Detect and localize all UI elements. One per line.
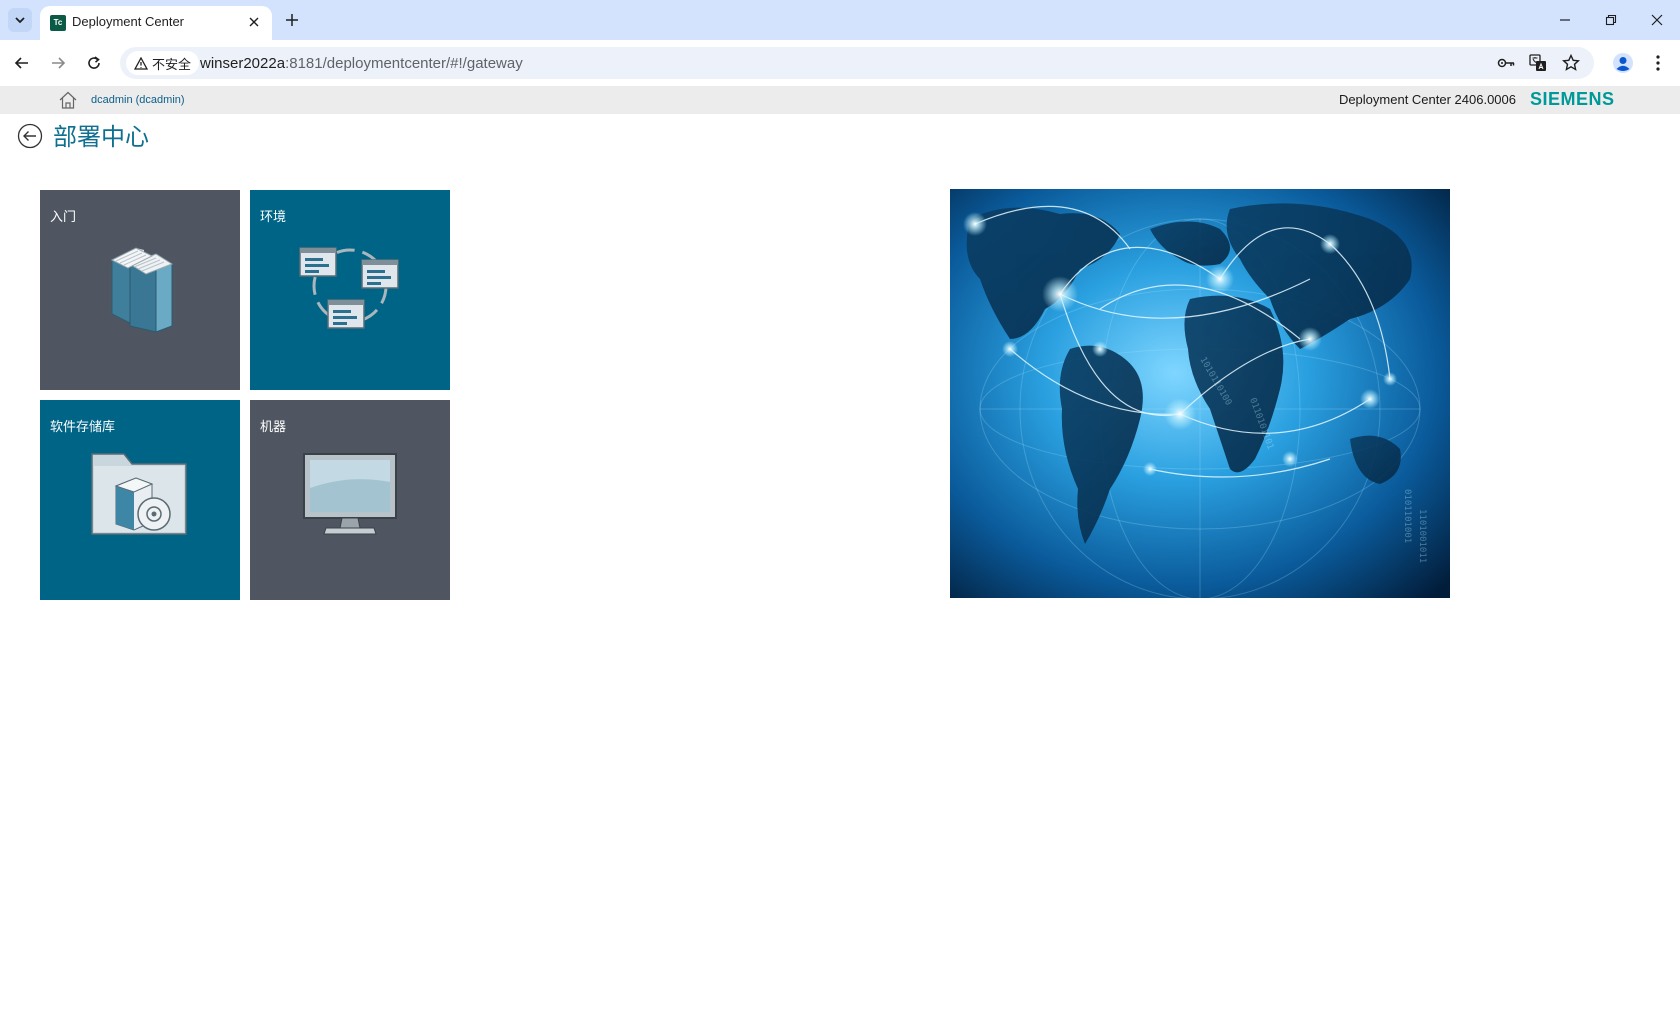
browser-toolbar: 不安全 winser2022a:8181/deploymentcenter/#!… bbox=[0, 40, 1680, 87]
tile-machines[interactable]: 机器 bbox=[250, 400, 450, 600]
home-icon[interactable] bbox=[58, 90, 78, 110]
avatar-icon bbox=[1613, 53, 1633, 73]
reload-button[interactable] bbox=[82, 51, 106, 75]
tab-search-button[interactable] bbox=[8, 8, 32, 32]
environment-windows-icon bbox=[299, 247, 399, 329]
browser-tab[interactable]: Tc Deployment Center bbox=[40, 6, 272, 40]
forward-button[interactable] bbox=[46, 51, 70, 75]
tab-title: Deployment Center bbox=[72, 14, 184, 29]
profile-button[interactable] bbox=[1610, 50, 1636, 76]
plus-icon bbox=[286, 14, 298, 26]
close-icon bbox=[249, 17, 259, 27]
folder-disc-icon bbox=[91, 453, 187, 535]
minimize-button[interactable] bbox=[1550, 8, 1580, 32]
close-window-button[interactable] bbox=[1642, 8, 1672, 32]
kebab-menu-icon bbox=[1656, 55, 1660, 71]
tile-label: 环境 bbox=[260, 209, 287, 224]
minimize-icon bbox=[1560, 19, 1570, 21]
restore-icon bbox=[1605, 14, 1617, 26]
translate-button[interactable] bbox=[1527, 52, 1549, 74]
password-key-button[interactable] bbox=[1495, 52, 1517, 74]
tile-getting-started[interactable]: 入门 bbox=[40, 190, 240, 390]
tile-software-repository[interactable]: 软件存储库 bbox=[40, 400, 240, 600]
security-label: 不安全 bbox=[152, 56, 192, 72]
translate-icon bbox=[1529, 54, 1546, 71]
url-path: :8181/deploymentcenter/#!/gateway bbox=[285, 55, 523, 72]
chevron-down-icon bbox=[15, 17, 25, 24]
svg-text:1101001011: 1101001011 bbox=[1417, 509, 1427, 563]
monitor-icon bbox=[303, 453, 397, 535]
browser-menu-button[interactable] bbox=[1646, 50, 1670, 76]
security-indicator[interactable]: 不安全 bbox=[126, 51, 200, 75]
address-bar[interactable]: 不安全 winser2022a:8181/deploymentcenter/#!… bbox=[120, 47, 1594, 79]
key-icon bbox=[1497, 58, 1515, 68]
world-network-image: 1010110100 0110101101 0101101001 1101001… bbox=[950, 189, 1450, 598]
bookmark-button[interactable] bbox=[1560, 52, 1582, 74]
books-icon bbox=[110, 247, 174, 333]
tile-environments[interactable]: 环境 bbox=[250, 190, 450, 390]
browser-tab-bar: Tc Deployment Center bbox=[0, 0, 1680, 40]
close-icon bbox=[1651, 14, 1663, 26]
tile-label: 机器 bbox=[260, 419, 287, 434]
restore-button[interactable] bbox=[1596, 8, 1626, 32]
star-icon bbox=[1562, 54, 1580, 71]
new-tab-button[interactable] bbox=[282, 10, 302, 30]
siemens-logo: SIEMENS bbox=[1530, 89, 1615, 109]
tile-label: 入门 bbox=[50, 209, 77, 224]
product-version: Deployment Center 2406.0006 bbox=[1338, 92, 1516, 107]
tab-close-button[interactable] bbox=[244, 12, 264, 32]
arrow-left-icon bbox=[14, 57, 28, 69]
page-title: 部署中心 bbox=[53, 124, 149, 151]
warning-icon bbox=[134, 56, 148, 70]
tile-label: 软件存储库 bbox=[50, 419, 116, 434]
url-host: winser2022a bbox=[200, 55, 286, 72]
svg-text:0101101001: 0101101001 bbox=[1402, 489, 1412, 543]
back-circle-icon[interactable] bbox=[17, 123, 43, 149]
reload-icon bbox=[88, 56, 100, 69]
user-link[interactable]: dcadmin (dcadmin) bbox=[91, 94, 185, 106]
favicon-icon: Tc bbox=[50, 15, 66, 31]
arrow-right-icon bbox=[52, 57, 66, 69]
app-header: dcadmin (dcadmin) Deployment Center 2406… bbox=[0, 86, 1680, 114]
url-text[interactable]: winser2022a:8181/deploymentcenter/#!/gat… bbox=[200, 55, 523, 72]
back-button[interactable] bbox=[10, 51, 34, 75]
